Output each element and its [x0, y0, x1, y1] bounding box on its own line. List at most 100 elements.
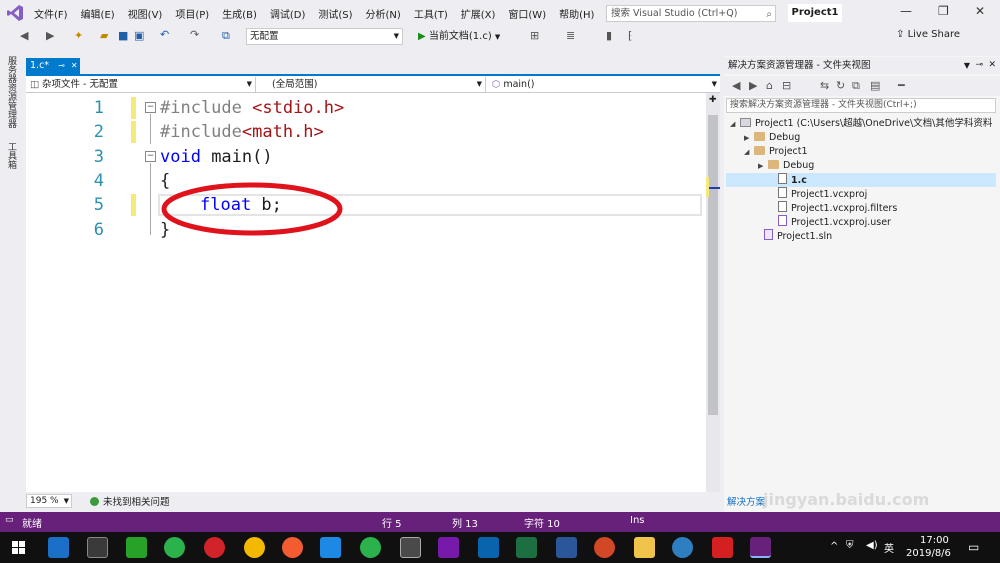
- undo-icon[interactable]: ↶: [160, 28, 169, 41]
- menu-window[interactable]: 窗口(W): [508, 6, 546, 21]
- solution-config-select[interactable]: 无配置 ▼: [246, 28, 403, 45]
- iqiyi-icon[interactable]: [126, 537, 147, 558]
- browser-icon[interactable]: [244, 537, 265, 558]
- vs-search-input[interactable]: 搜索 Visual Studio (Ctrl+Q) ⌕: [606, 5, 776, 22]
- properties-icon[interactable]: ━: [898, 79, 905, 92]
- scope-dropdown[interactable]: (全局范围) ▼: [258, 77, 486, 92]
- tree-item-1c[interactable]: 1.c: [726, 173, 996, 187]
- tree-item-vcxproj[interactable]: Project1.vcxproj: [726, 187, 996, 201]
- toolbox-tab[interactable]: 工具箱: [5, 142, 18, 169]
- start-debug-button[interactable]: ▶ 当前文档(1.c) ▼: [418, 28, 500, 46]
- edge-icon[interactable]: [48, 537, 69, 558]
- security-icon[interactable]: ⛨: [846, 540, 854, 551]
- code-editor[interactable]: [26, 93, 706, 492]
- split-icon[interactable]: ✚: [709, 95, 717, 105]
- editor-vertical-scrollbar[interactable]: ✚: [706, 93, 720, 492]
- menu-view[interactable]: 视图(V): [128, 6, 163, 21]
- fold-toggle-icon[interactable]: −: [145, 151, 156, 162]
- pin-icon[interactable]: ⊸: [58, 61, 65, 70]
- notification-icon[interactable]: ▭: [968, 540, 979, 554]
- excel-icon[interactable]: [516, 537, 537, 558]
- netease-music-icon[interactable]: [204, 537, 225, 558]
- forward-icon[interactable]: ▶: [749, 79, 757, 92]
- menu-help[interactable]: 帮助(H): [559, 6, 594, 21]
- pin-icon[interactable]: ⊸: [975, 57, 983, 74]
- minimize-icon[interactable]: —: [900, 4, 912, 18]
- calculator-icon[interactable]: [400, 537, 421, 558]
- clock-time[interactable]: 17:00: [920, 535, 949, 546]
- switch-views-icon[interactable]: ⊟: [782, 79, 791, 92]
- new-project-icon[interactable]: ✦: [74, 29, 83, 42]
- file-explorer-icon[interactable]: [634, 537, 655, 558]
- collapse-all-icon[interactable]: ⧉: [852, 79, 860, 93]
- close-tab-icon[interactable]: ✕: [71, 61, 78, 70]
- wechat-work-icon[interactable]: [164, 537, 185, 558]
- menu-debug[interactable]: 调试(D): [270, 6, 306, 21]
- visual-studio-taskbar-icon[interactable]: [750, 537, 771, 558]
- zoom-select[interactable]: 195 % ▼: [26, 494, 72, 508]
- live-share-button[interactable]: ⇪ Live Share: [896, 29, 960, 40]
- acrobat-icon[interactable]: [712, 537, 733, 558]
- issue-indicator[interactable]: 未找到相关问题: [90, 494, 170, 508]
- input-language[interactable]: 英: [884, 540, 894, 555]
- comment-icon[interactable]: ≣: [566, 29, 575, 42]
- tree-item-filters[interactable]: Project1.vcxproj.filters: [726, 201, 996, 215]
- server-explorer-tab[interactable]: 服务器资源管理器: [5, 56, 18, 128]
- tree-item-user[interactable]: Project1.vcxproj.user: [726, 215, 996, 229]
- change-indicator: [131, 194, 136, 216]
- solution-search-input[interactable]: 搜索解决方案资源管理器 - 文件夹视图(Ctrl+;): [726, 98, 996, 113]
- open-file-icon[interactable]: ▰: [100, 29, 108, 42]
- solution-explorer-bottom-tab[interactable]: 解决方案: [727, 494, 765, 508]
- back-icon[interactable]: ◀: [732, 79, 740, 92]
- clock-date[interactable]: 2019/8/6: [906, 548, 951, 559]
- star-app-icon[interactable]: [320, 537, 341, 558]
- outlook-icon[interactable]: [478, 537, 499, 558]
- menu-tools[interactable]: 工具(T): [414, 6, 448, 21]
- store-icon[interactable]: [87, 537, 108, 558]
- onenote-icon[interactable]: [438, 537, 459, 558]
- save-all-icon[interactable]: ▣: [134, 29, 144, 42]
- menu-build[interactable]: 生成(B): [222, 6, 257, 21]
- menu-extensions[interactable]: 扩展(X): [461, 6, 496, 21]
- tree-item-sln[interactable]: Project1.sln: [726, 229, 996, 243]
- menu-test[interactable]: 测试(S): [318, 6, 352, 21]
- app-icon[interactable]: [282, 537, 303, 558]
- bookmark-prev-icon[interactable]: ⁅: [628, 29, 632, 42]
- bookmark-icon[interactable]: ▮: [606, 29, 612, 42]
- save-icon[interactable]: ■: [118, 29, 128, 42]
- dropdown-icon[interactable]: ▼: [964, 57, 970, 74]
- tree-item-project1-folder[interactable]: ◢ Project1: [726, 145, 996, 159]
- menu-edit[interactable]: 编辑(E): [81, 6, 115, 21]
- network-app-icon[interactable]: [672, 537, 693, 558]
- debug-location-icon[interactable]: ⊞: [530, 29, 539, 42]
- fold-toggle-icon[interactable]: −: [145, 102, 156, 113]
- redo-icon[interactable]: ↷: [190, 28, 199, 41]
- sync-icon[interactable]: ⇆: [820, 79, 829, 92]
- forward-icon[interactable]: ▶: [46, 29, 54, 42]
- tree-item-debug[interactable]: ▶ Debug: [726, 131, 996, 145]
- close-icon[interactable]: ✕: [988, 57, 996, 74]
- show-all-files-icon[interactable]: ▤: [870, 79, 880, 92]
- menu-project[interactable]: 项目(P): [175, 6, 209, 21]
- close-icon[interactable]: ✕: [975, 4, 985, 18]
- menu-analyze[interactable]: 分析(N): [366, 6, 401, 21]
- back-icon[interactable]: ◀: [20, 29, 28, 42]
- member-dropdown[interactable]: ⬡ main() ▼: [488, 77, 720, 92]
- home-icon[interactable]: ⌂: [766, 79, 773, 92]
- tray-expand-icon[interactable]: ^: [830, 541, 838, 552]
- refresh-icon[interactable]: ↻: [836, 79, 845, 92]
- restore-icon[interactable]: ❐: [938, 4, 949, 18]
- menu-file[interactable]: 文件(F): [34, 6, 68, 21]
- wechat-icon[interactable]: [360, 537, 381, 558]
- tab-1c[interactable]: 1.c* ⊸ ✕: [26, 58, 80, 74]
- volume-icon[interactable]: ◀): [866, 540, 878, 551]
- word-icon[interactable]: [556, 537, 577, 558]
- windows-start-icon[interactable]: [12, 541, 25, 554]
- visual-studio-logo-icon[interactable]: [6, 4, 24, 22]
- scroll-thumb[interactable]: [708, 115, 718, 415]
- project-dropdown[interactable]: ◫ 杂项文件 - 无配置 ▼: [26, 77, 256, 92]
- tree-item-solution-root[interactable]: ◢ Project1 (C:\Users\超越\OneDrive\文档\其他学科资…: [726, 117, 996, 131]
- tree-item-debug-sub[interactable]: ▶ Debug: [726, 159, 996, 173]
- powerpoint-icon[interactable]: [594, 537, 615, 558]
- find-in-files-icon[interactable]: ⧉: [222, 29, 230, 43]
